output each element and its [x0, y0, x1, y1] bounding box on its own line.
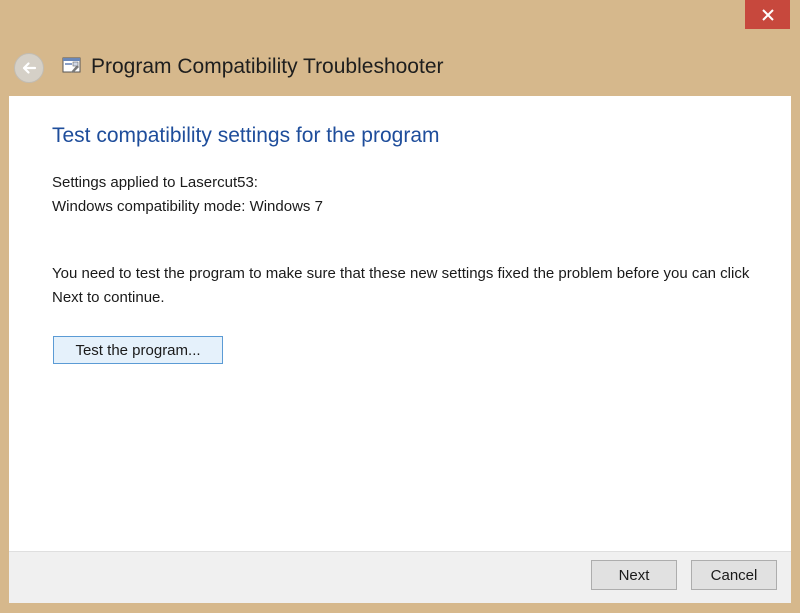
page-heading: Test compatibility settings for the prog… — [52, 124, 440, 147]
settings-applied-text: Settings applied to Lasercut53: — [52, 174, 258, 191]
content-panel: Test compatibility settings for the prog… — [9, 96, 791, 551]
test-program-button[interactable]: Test the program... — [53, 336, 223, 364]
close-icon — [761, 8, 774, 21]
close-button[interactable] — [745, 0, 790, 29]
footer-bar: Next Cancel — [9, 551, 791, 603]
troubleshooter-window: Program Compatibility Troubleshooter Tes… — [0, 0, 800, 613]
compat-mode-text: Windows compatibility mode: Windows 7 — [52, 198, 323, 215]
cancel-button[interactable]: Cancel — [691, 560, 777, 590]
troubleshooter-icon — [62, 57, 81, 73]
back-button[interactable] — [14, 53, 44, 83]
info-text: You need to test the program to make sur… — [52, 265, 750, 306]
back-arrow-icon — [22, 62, 37, 74]
window-title: Program Compatibility Troubleshooter — [91, 55, 444, 78]
next-button[interactable]: Next — [591, 560, 677, 590]
